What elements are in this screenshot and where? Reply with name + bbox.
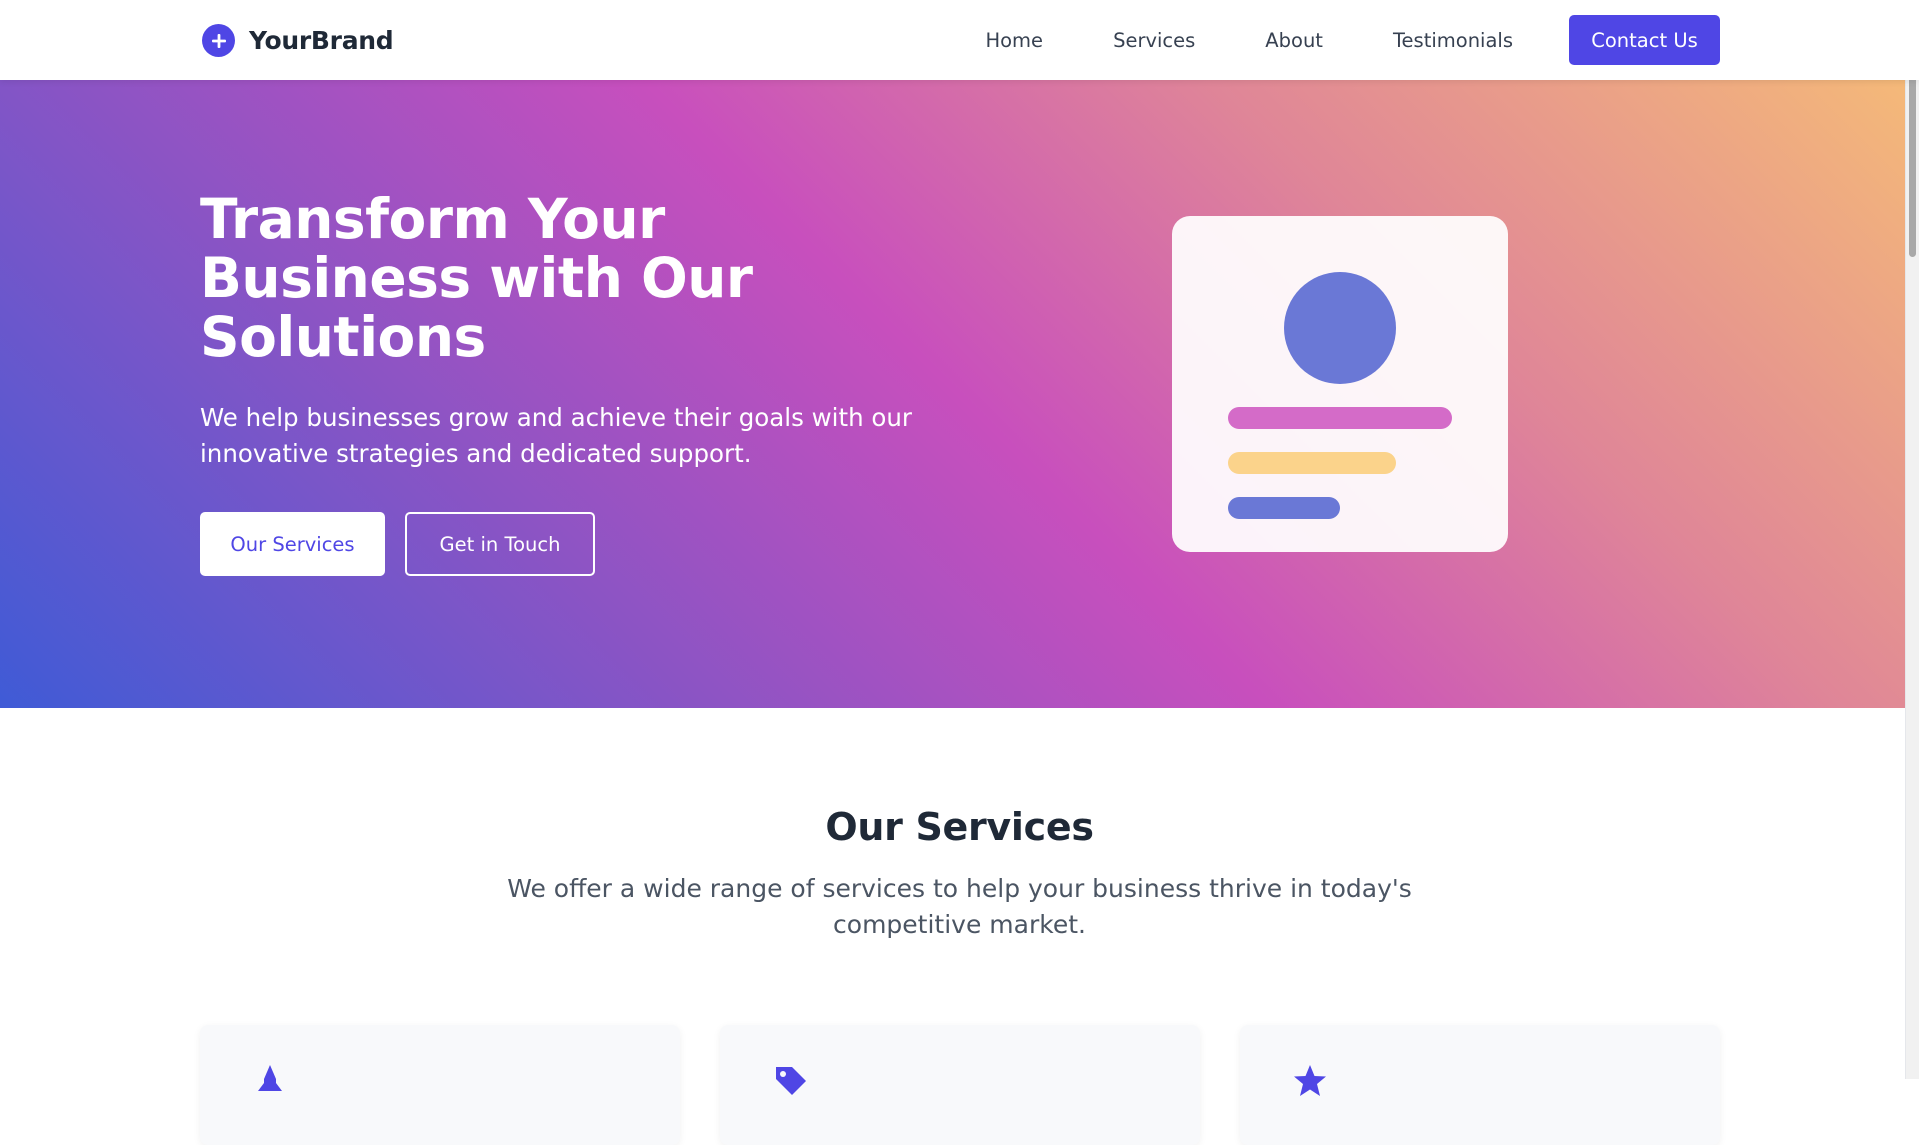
get-in-touch-button[interactable]: Get in Touch <box>405 512 595 576</box>
services-title: Our Services <box>825 805 1094 849</box>
contact-us-button[interactable]: Contact Us <box>1569 15 1720 65</box>
illustration-line <box>1228 497 1340 519</box>
nav-home[interactable]: Home <box>985 29 1043 52</box>
tag-icon <box>772 1063 808 1099</box>
service-card[interactable] <box>720 1025 1200 1145</box>
services-subtitle: We offer a wide range of services to hel… <box>507 874 1412 939</box>
site-header: YourBrand Home Services About Testimonia… <box>0 0 1919 80</box>
nav-services[interactable]: Services <box>1113 29 1195 52</box>
service-card[interactable] <box>1240 1025 1720 1145</box>
service-card[interactable] <box>200 1025 680 1145</box>
brand-logo[interactable]: YourBrand <box>202 24 394 57</box>
rocket-icon <box>252 1063 288 1099</box>
illustration-avatar <box>1284 272 1396 384</box>
hero-title: Transform Your Business with Our Solutio… <box>200 187 753 369</box>
illustration-line <box>1228 452 1396 474</box>
star-icon <box>1292 1063 1328 1099</box>
plus-circle-icon <box>202 24 235 57</box>
nav-testimonials[interactable]: Testimonials <box>1393 29 1513 52</box>
nav-about[interactable]: About <box>1265 29 1323 52</box>
hero-illustration-card <box>1172 216 1508 552</box>
hero-subtitle: We help businesses grow and achieve thei… <box>200 403 912 468</box>
brand-name: YourBrand <box>249 26 394 55</box>
our-services-button[interactable]: Our Services <box>200 512 385 576</box>
illustration-line <box>1228 407 1452 429</box>
page-scrollbar[interactable] <box>1905 0 1919 1079</box>
hero-section: Transform Your Business with Our Solutio… <box>0 80 1919 708</box>
main-nav: Home Services About Testimonials Contact… <box>985 15 1720 65</box>
